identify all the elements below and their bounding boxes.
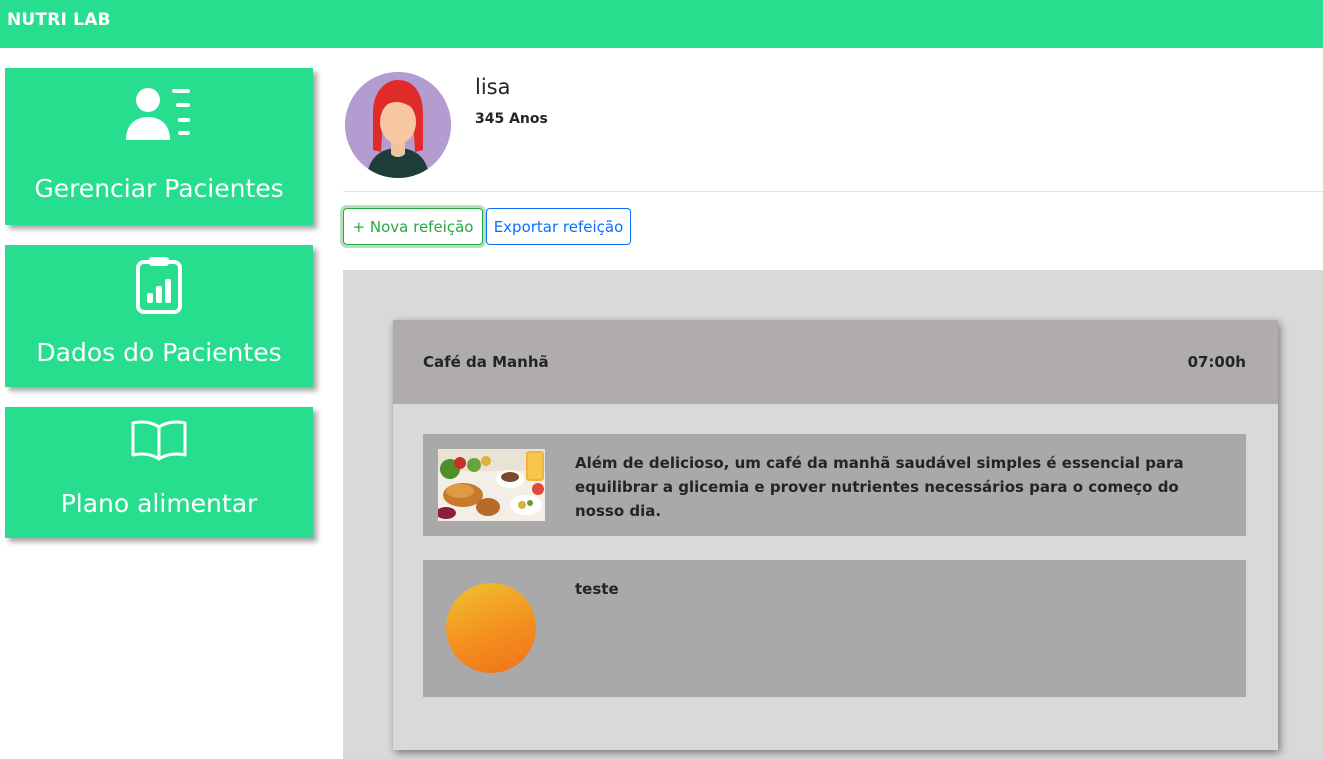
meal-title: Café da Manhã	[423, 353, 549, 371]
patient-avatar	[345, 72, 451, 178]
patient-name: lisa	[475, 75, 511, 99]
meal-card: Café da Manhã 07:00h Além de delicioso, …	[393, 320, 1278, 750]
meal-item: Além de delicioso, um café da manhã saud…	[423, 434, 1246, 536]
open-book-icon	[5, 419, 313, 461]
patient-age: 345 Anos	[475, 111, 548, 127]
meal-item-description: Além de delicioso, um café da manhã saud…	[575, 454, 1184, 520]
sidebar-item-plano-alimentar[interactable]: Plano alimentar	[5, 407, 313, 538]
meal-item: teste	[423, 560, 1246, 697]
meal-time: 07:00h	[1187, 353, 1246, 371]
orange-circle-image	[446, 583, 536, 673]
divider	[343, 191, 1323, 192]
sidebar-item-gerenciar-pacientes[interactable]: Gerenciar Pacientes	[5, 68, 313, 225]
sidebar-item-label: Plano alimentar	[60, 489, 258, 518]
new-meal-button[interactable]: + Nova refeição	[343, 208, 483, 245]
sidebar-item-label: Gerenciar Pacientes	[34, 174, 284, 203]
meal-list-area: Café da Manhã 07:00h Além de delicioso, …	[343, 270, 1323, 759]
patients-list-icon	[5, 86, 313, 142]
breakfast-photo	[438, 449, 545, 521]
meal-header: Café da Manhã 07:00h	[393, 320, 1278, 404]
clipboard-chart-icon	[5, 255, 313, 315]
sidebar-item-label: Dados do Pacientes	[36, 338, 282, 367]
top-navbar: NUTRI LAB	[0, 0, 1323, 48]
export-meal-button[interactable]: Exportar refeição	[486, 208, 631, 245]
meal-item-description: teste	[575, 580, 619, 598]
sidebar-item-dados-do-pacientes[interactable]: Dados do Pacientes	[5, 245, 313, 387]
brand-logo-text[interactable]: NUTRI LAB	[7, 10, 111, 30]
